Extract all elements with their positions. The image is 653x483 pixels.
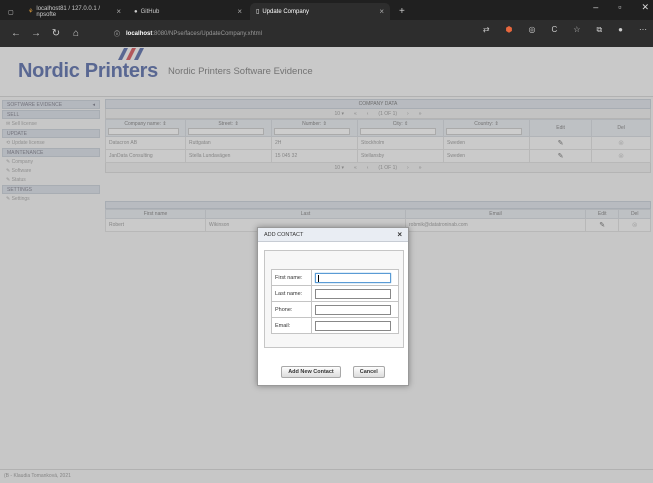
- dialog-buttons: Add New Contact Cancel: [258, 366, 408, 378]
- browser-tab-bar: ▢ ⚘ localhost81 / 127.0.0.1 / npsofte × …: [0, 0, 653, 20]
- add-new-contact-button[interactable]: Add New Contact: [281, 366, 341, 378]
- browser-tab-phpmyadmin[interactable]: ⚘ localhost81 / 127.0.0.1 / npsofte ×: [22, 3, 127, 20]
- address-bar: ← → ↻ ⌂ ⓘ localhost :8080/NPse/faces/Upd…: [0, 20, 653, 47]
- cancel-button[interactable]: Cancel: [352, 366, 385, 378]
- github-icon: ●: [134, 8, 138, 15]
- form-row: Last name:: [271, 285, 399, 302]
- web-page: Nordic Printers Nordic Printers Software…: [0, 47, 653, 483]
- extension-icon[interactable]: ◎: [529, 25, 536, 35]
- email-label: Email:: [271, 317, 312, 334]
- back-icon[interactable]: ←: [6, 28, 26, 39]
- close-icon[interactable]: ×: [237, 7, 242, 16]
- form-cell: [311, 269, 399, 286]
- browser-tab-update-company[interactable]: ▯ Update Company ×: [250, 3, 390, 20]
- forward-icon[interactable]: →: [26, 28, 46, 39]
- last-name-field[interactable]: [315, 288, 391, 299]
- dialog-form-panel: First name: Last name: Phone: Email:: [264, 250, 404, 348]
- form-cell: [311, 285, 399, 302]
- reload-icon[interactable]: ↻: [46, 28, 66, 39]
- form-row: First name:: [271, 269, 399, 286]
- form-cell: [311, 301, 399, 318]
- first-name-field[interactable]: [315, 272, 391, 283]
- form-cell: [311, 317, 399, 334]
- url-host: localhost: [126, 30, 153, 37]
- shield-icon[interactable]: ⬢: [506, 25, 513, 35]
- email-field[interactable]: [315, 320, 391, 331]
- minimize-icon[interactable]: –: [593, 2, 598, 13]
- phone-field[interactable]: [315, 304, 391, 315]
- close-icon[interactable]: ×: [379, 7, 384, 16]
- tab-title: GitHub: [140, 8, 160, 15]
- dialog-titlebar: ADD CONTACT ×: [258, 228, 408, 242]
- add-contact-dialog: ADD CONTACT × First name: Last name: Pho…: [257, 227, 409, 386]
- dialog-title: ADD CONTACT: [264, 232, 304, 238]
- collections-icon[interactable]: ⧉: [596, 25, 602, 35]
- form-row: Email:: [271, 317, 399, 334]
- close-icon[interactable]: ×: [397, 231, 402, 239]
- new-tab-button[interactable]: +: [393, 3, 411, 20]
- tab-title: Update Company: [262, 8, 310, 15]
- maximize-icon[interactable]: ▫: [618, 2, 621, 13]
- browser-tab-github[interactable]: ● GitHub ×: [128, 3, 248, 20]
- last-name-label: Last name:: [271, 285, 312, 302]
- first-name-label: First name:: [271, 269, 312, 286]
- url-field[interactable]: ⓘ localhost :8080/NPse/faces/UpdateCompa…: [114, 24, 474, 43]
- db-icon: ⚘: [28, 9, 34, 15]
- close-window-icon[interactable]: ✕: [641, 2, 649, 13]
- sidebar-toggle-icon[interactable]: ▢: [2, 4, 20, 21]
- translate-icon[interactable]: ⇄: [483, 25, 490, 35]
- more-icon[interactable]: ⋯: [639, 25, 647, 35]
- contact-form: First name: Last name: Phone: Email:: [271, 269, 399, 334]
- tab-title: localhost81 / 127.0.0.1 / npsofte: [36, 5, 101, 18]
- form-row: Phone:: [271, 301, 399, 318]
- home-icon[interactable]: ⌂: [66, 28, 86, 39]
- refresh-icon[interactable]: C: [551, 25, 557, 35]
- profile-icon[interactable]: ●: [618, 25, 623, 35]
- phone-label: Phone:: [271, 301, 312, 318]
- text-caret: [318, 274, 319, 282]
- page-icon: ▯: [256, 9, 260, 15]
- close-icon[interactable]: ×: [116, 7, 121, 16]
- url-path: :8080/NPse/faces/UpdateCompany.xhtml: [152, 30, 262, 37]
- favorites-icon[interactable]: ☆: [573, 25, 580, 35]
- info-icon: ⓘ: [114, 32, 121, 38]
